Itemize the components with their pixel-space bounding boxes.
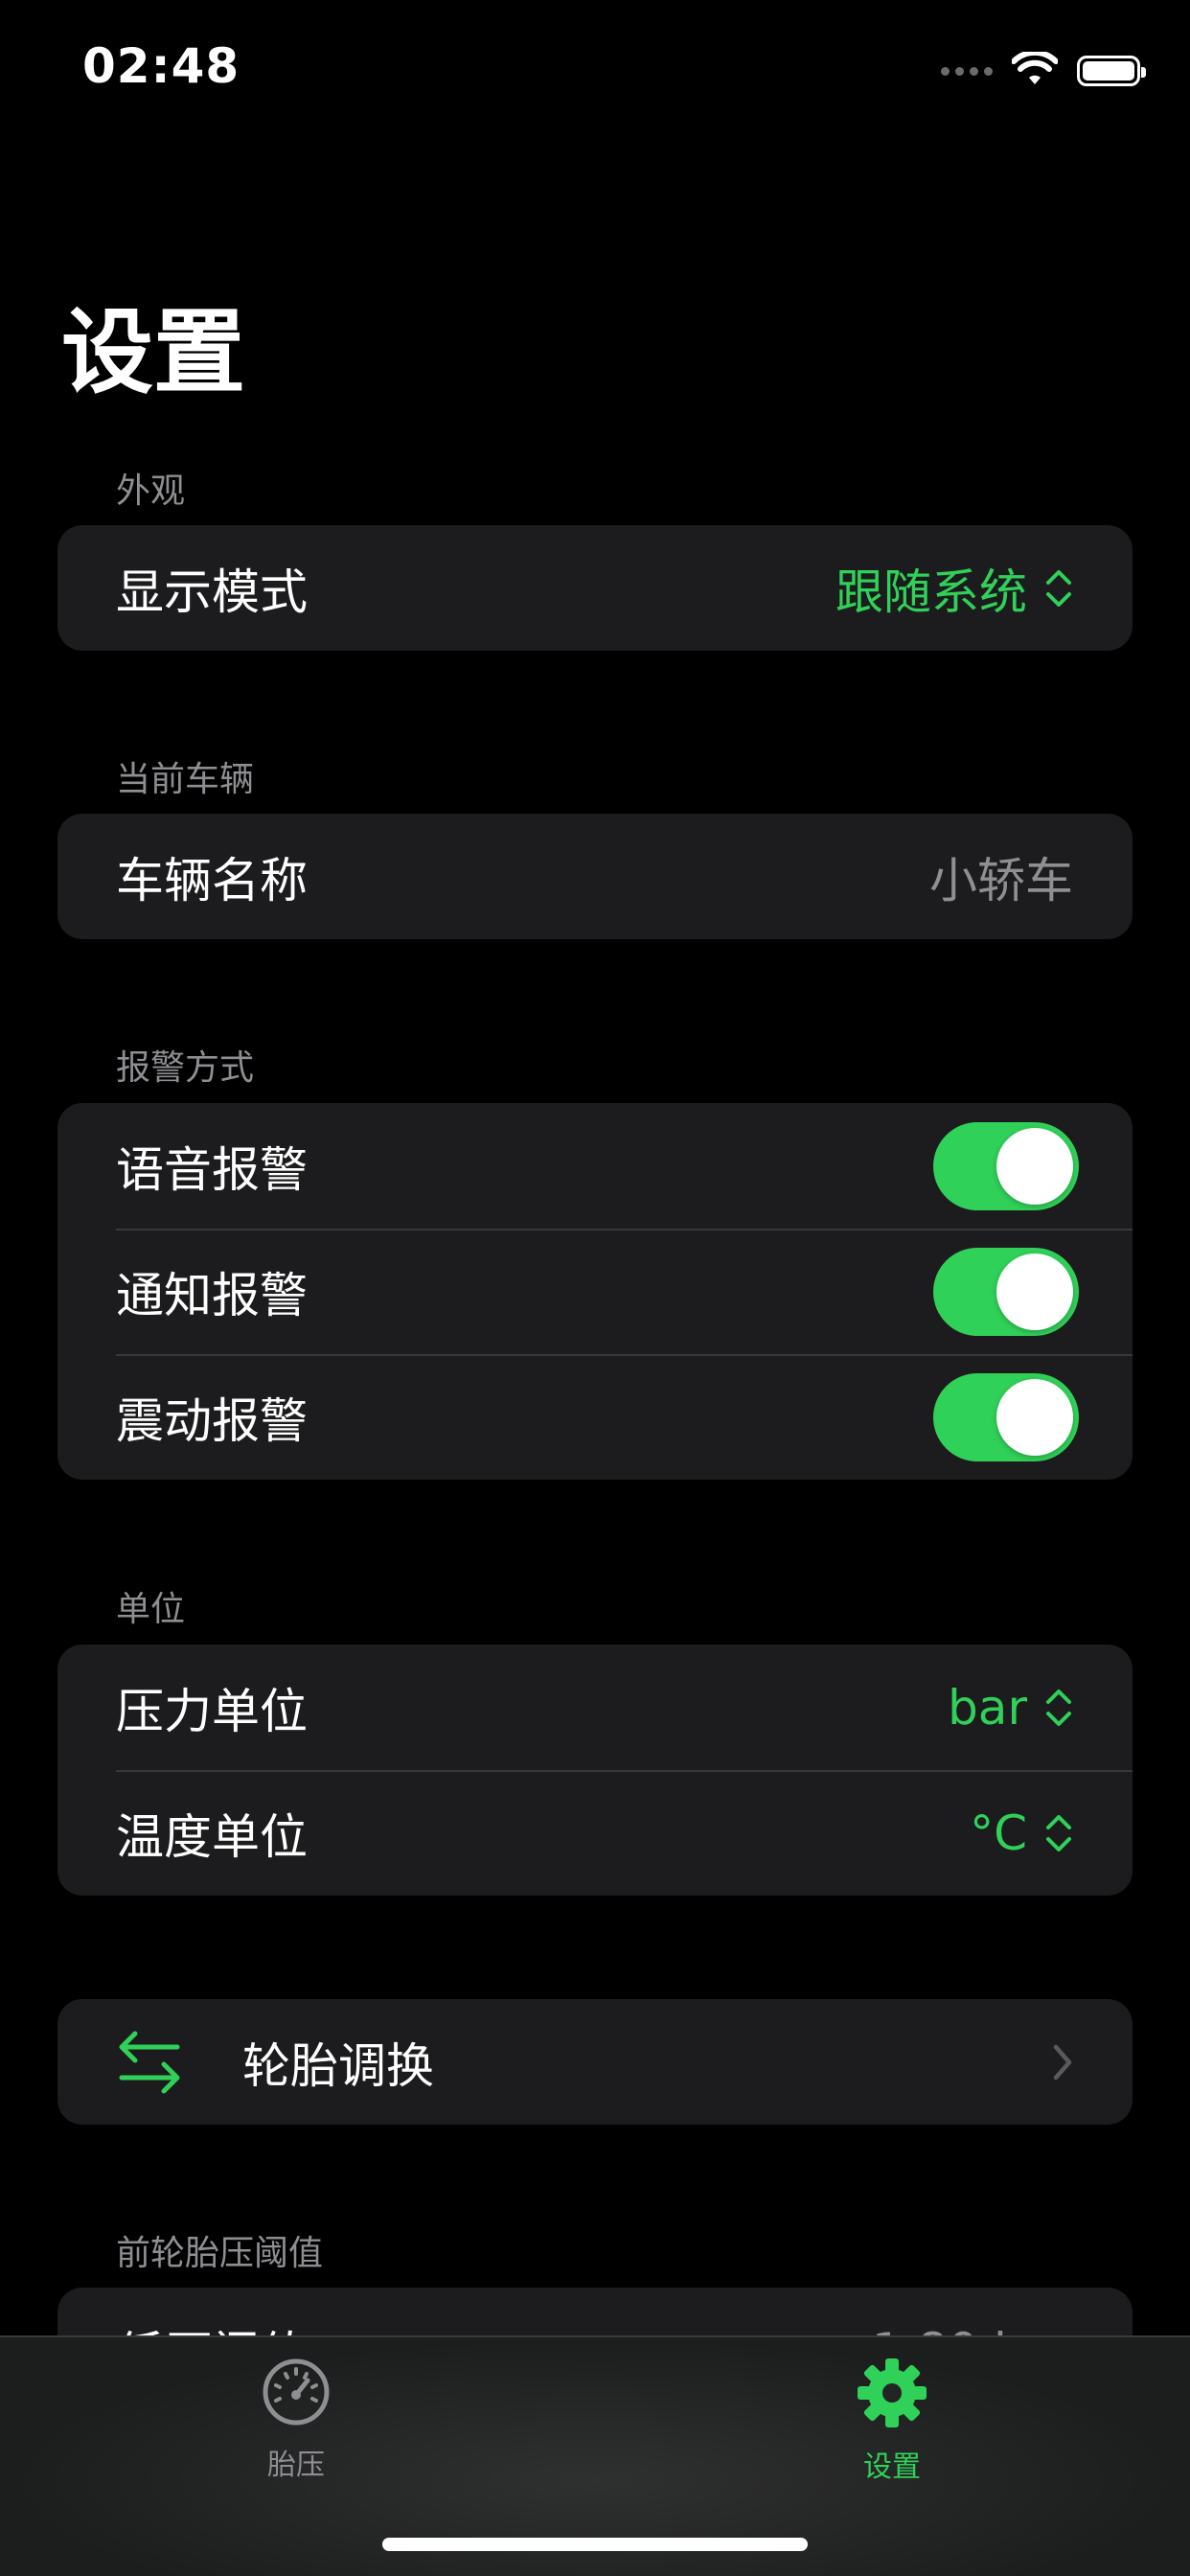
pressure-unit-value: bar	[948, 1679, 1027, 1736]
appearance-group: 显示模式 跟随系统	[57, 525, 1133, 651]
vehicle-name-row[interactable]: 车辆名称 小轿车	[57, 814, 1133, 939]
toggle-knob	[996, 1127, 1073, 1205]
vehicle-name-label: 车辆名称	[116, 852, 308, 908]
battery-icon	[1077, 56, 1146, 86]
chevron-up-down-icon	[1044, 567, 1073, 610]
voice-alert-label: 语音报警	[116, 1141, 308, 1198]
temperature-unit-row[interactable]: 温度单位 °C	[57, 1770, 1133, 1896]
section-header-alerts: 报警方式	[116, 1048, 255, 1088]
voice-alert-toggle[interactable]	[933, 1121, 1079, 1210]
tire-swap-row[interactable]: 轮胎调换	[57, 1999, 1133, 2125]
tab-settings[interactable]: 设置	[796, 2357, 988, 2485]
pressure-unit-picker[interactable]: bar	[948, 1680, 1073, 1736]
status-time: 02:48	[82, 38, 240, 94]
tire-swap-label: 轮胎调换	[242, 2037, 434, 2094]
toggle-knob	[996, 1378, 1073, 1456]
vibration-alert-row: 震动报警	[57, 1354, 1133, 1480]
section-header-vehicle: 当前车辆	[116, 760, 255, 799]
alerts-group: 语音报警 通知报警 震动报警	[57, 1103, 1133, 1480]
signal-icon	[941, 66, 993, 76]
wifi-icon	[1011, 49, 1059, 90]
temperature-unit-picker[interactable]: °C	[970, 1806, 1073, 1861]
tab-tire-pressure-label: 胎压	[267, 2449, 325, 2482]
status-indicators	[941, 49, 1146, 90]
tire-swap-group: 轮胎调换	[57, 1999, 1133, 2125]
vehicle-name-value[interactable]: 小轿车	[929, 842, 1073, 911]
tab-settings-label: 设置	[863, 2450, 921, 2484]
display-mode-value: 跟随系统	[835, 564, 1027, 620]
section-header-front-threshold: 前轮胎压阈值	[116, 2234, 324, 2273]
voice-alert-row: 语音报警	[57, 1103, 1133, 1229]
display-mode-row[interactable]: 显示模式 跟随系统	[57, 525, 1133, 651]
notification-alert-toggle[interactable]	[933, 1247, 1079, 1336]
section-header-appearance: 外观	[116, 472, 186, 511]
vehicle-group: 车辆名称 小轿车	[57, 814, 1133, 939]
pressure-unit-row[interactable]: 压力单位 bar	[57, 1644, 1133, 1770]
notification-alert-row: 通知报警	[57, 1229, 1133, 1354]
chevron-right-icon	[1052, 2043, 1073, 2082]
page-title: 设置	[61, 299, 245, 406]
tab-tire-pressure[interactable]: 胎压	[200, 2357, 392, 2483]
section-header-units: 单位	[116, 1590, 186, 1629]
chevron-up-down-icon	[1044, 1687, 1073, 1729]
gauge-icon	[261, 2357, 332, 2431]
temperature-unit-label: 温度单位	[116, 1808, 308, 1865]
display-mode-picker[interactable]: 跟随系统	[835, 554, 1073, 623]
display-mode-label: 显示模式	[116, 564, 308, 620]
vibration-alert-toggle[interactable]	[933, 1372, 1079, 1461]
notification-alert-label: 通知报警	[116, 1267, 308, 1323]
chevron-up-down-icon	[1044, 1812, 1073, 1854]
pressure-unit-label: 压力单位	[116, 1683, 308, 1739]
temperature-unit-value: °C	[970, 1805, 1027, 1861]
toggle-knob	[996, 1253, 1073, 1330]
units-group: 压力单位 bar 温度单位 °C	[57, 1644, 1133, 1896]
home-indicator	[382, 2538, 808, 2551]
vibration-alert-label: 震动报警	[116, 1392, 308, 1449]
gear-icon	[856, 2357, 928, 2433]
swap-arrows-icon	[116, 2026, 183, 2099]
